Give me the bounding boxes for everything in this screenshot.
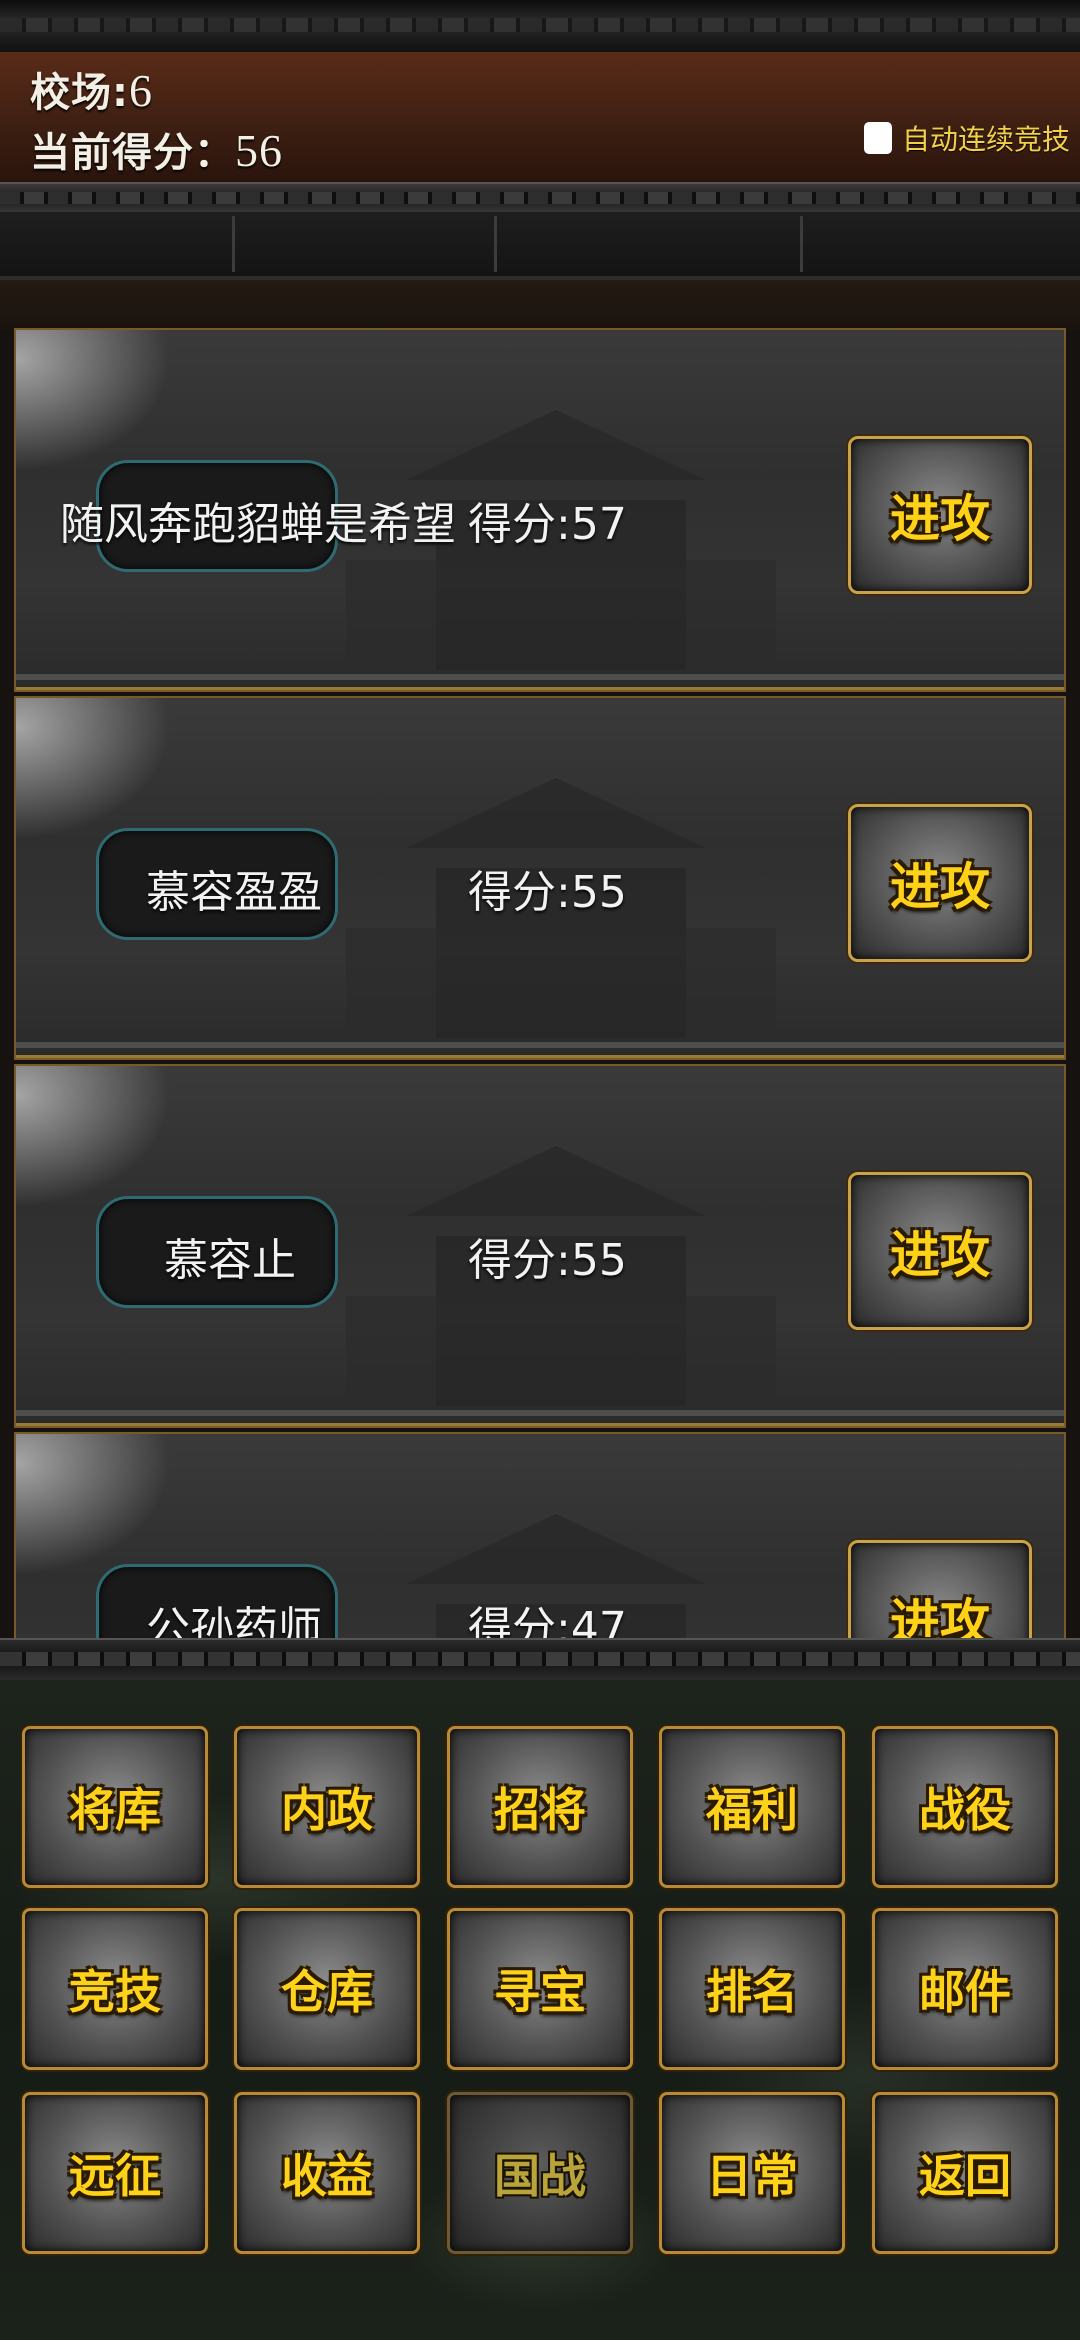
opponent-name: 慕容止	[164, 1235, 296, 1286]
menu-button-arena[interactable]: 竞技	[22, 1908, 208, 2070]
current-score-stat: 当前得分：56	[30, 120, 283, 178]
menu-button-label: 内政	[281, 1783, 373, 1837]
palace-background-graphic	[346, 1176, 776, 1406]
card-gold-border	[16, 687, 1064, 690]
opponent-name: 随风奔跑貂蝉是希望	[60, 499, 456, 550]
opponent-score: 得分:55	[468, 867, 627, 918]
opponent-name: 慕容盈盈	[146, 867, 322, 918]
card-gold-border	[16, 1423, 1064, 1426]
arena-stat: 校场:6	[30, 60, 153, 118]
tab-divider	[494, 216, 497, 272]
attack-button-label: 进攻	[890, 490, 990, 548]
menu-button-label: 福利	[706, 1783, 798, 1837]
menu-button-label: 战役	[919, 1783, 1011, 1837]
attack-button-label: 进攻	[890, 1226, 990, 1284]
menu-button-label: 返回	[919, 2149, 1011, 2203]
opponent-score: 得分:55	[468, 1235, 627, 1286]
list-header-strip	[0, 280, 1080, 330]
opponent-name: 公孙药师	[146, 1603, 322, 1638]
menu-button-campaign[interactable]: 战役	[872, 1726, 1058, 1888]
top-ornament-rail	[0, 0, 1080, 55]
palace-background-graphic	[346, 440, 776, 670]
menu-button-expedition[interactable]: 远征	[22, 2092, 208, 2254]
attack-button[interactable]: 进攻	[848, 1172, 1032, 1330]
menu-button-warehouse[interactable]: 仓库	[234, 1908, 420, 2070]
middle-ornament-rail	[0, 182, 1080, 216]
menu-button-label: 竞技	[69, 1965, 161, 2019]
attack-button[interactable]: 进攻	[848, 436, 1032, 594]
menu-button-label: 国战	[494, 2149, 586, 2203]
auto-compete-checkbox[interactable]	[863, 122, 892, 154]
menu-button-ranking[interactable]: 排名	[659, 1908, 845, 2070]
opponent-score: 得分:57	[468, 499, 627, 550]
opponent-card: 随风奔跑貂蝉是希望 得分:57 进攻	[14, 328, 1066, 692]
floor-line	[16, 1410, 1064, 1416]
menu-button-label: 仓库	[281, 1965, 373, 2019]
menu-button-mail[interactable]: 邮件	[872, 1908, 1058, 2070]
current-score-label: 当前得分：	[30, 130, 235, 176]
opponent-card: 慕容盈盈 得分:55 进攻	[14, 696, 1066, 1060]
menu-button-label: 日常	[706, 2149, 798, 2203]
menu-button-label: 邮件	[919, 1965, 1011, 2019]
menu-button-recruit[interactable]: 招将	[447, 1726, 633, 1888]
current-score-value: 56	[235, 125, 283, 176]
menu-button-daily[interactable]: 日常	[659, 2092, 845, 2254]
opponent-list[interactable]: 随风奔跑貂蝉是希望 得分:57 进攻 慕容盈盈 得分:55 进攻 慕容止 得分:…	[14, 328, 1066, 1638]
menu-ornament-rail	[0, 1638, 1080, 1682]
menu-button-welfare[interactable]: 福利	[659, 1726, 845, 1888]
tab-divider	[232, 216, 235, 272]
arena-label: 校场:	[30, 70, 129, 116]
palace-background-graphic	[346, 808, 776, 1038]
tab-strip	[0, 212, 1080, 280]
floor-line	[16, 674, 1064, 680]
attack-button-label: 进攻	[890, 1594, 990, 1638]
arena-value: 6	[129, 65, 153, 116]
main-menu: 将库 内政 招将 福利 战役 竞技 仓库 寻宝 排名 邮件 远征 收益 国战 日…	[0, 1680, 1080, 2340]
attack-button-label: 进攻	[890, 858, 990, 916]
attack-button[interactable]: 进攻	[848, 804, 1032, 962]
menu-button-generals[interactable]: 将库	[22, 1726, 208, 1888]
status-bar: 校场:6 当前得分：56 自动连续竞技	[0, 52, 1080, 182]
opponent-card: 公孙药师 得分:47 进攻	[14, 1432, 1066, 1638]
attack-button[interactable]: 进攻	[848, 1540, 1032, 1638]
menu-button-label: 招将	[494, 1783, 586, 1837]
menu-button-national-war[interactable]: 国战	[447, 2092, 633, 2254]
menu-button-treasure-hunt[interactable]: 寻宝	[447, 1908, 633, 2070]
floor-line	[16, 1042, 1064, 1048]
menu-button-label: 远征	[69, 2149, 161, 2203]
menu-button-income[interactable]: 收益	[234, 2092, 420, 2254]
menu-button-back[interactable]: 返回	[872, 2092, 1058, 2254]
menu-button-label: 排名	[706, 1965, 798, 2019]
menu-button-label: 寻宝	[494, 1965, 586, 2019]
opponent-score: 得分:47	[468, 1603, 627, 1638]
auto-compete-toggle[interactable]: 自动连续竞技	[863, 118, 1070, 158]
opponent-card: 慕容止 得分:55 进攻	[14, 1064, 1066, 1428]
tab-divider	[800, 216, 803, 272]
menu-button-label: 收益	[281, 2149, 373, 2203]
menu-button-internal-affairs[interactable]: 内政	[234, 1726, 420, 1888]
auto-compete-label: 自动连续竞技	[901, 123, 1070, 156]
menu-button-label: 将库	[69, 1783, 161, 1837]
card-gold-border	[16, 1055, 1064, 1058]
